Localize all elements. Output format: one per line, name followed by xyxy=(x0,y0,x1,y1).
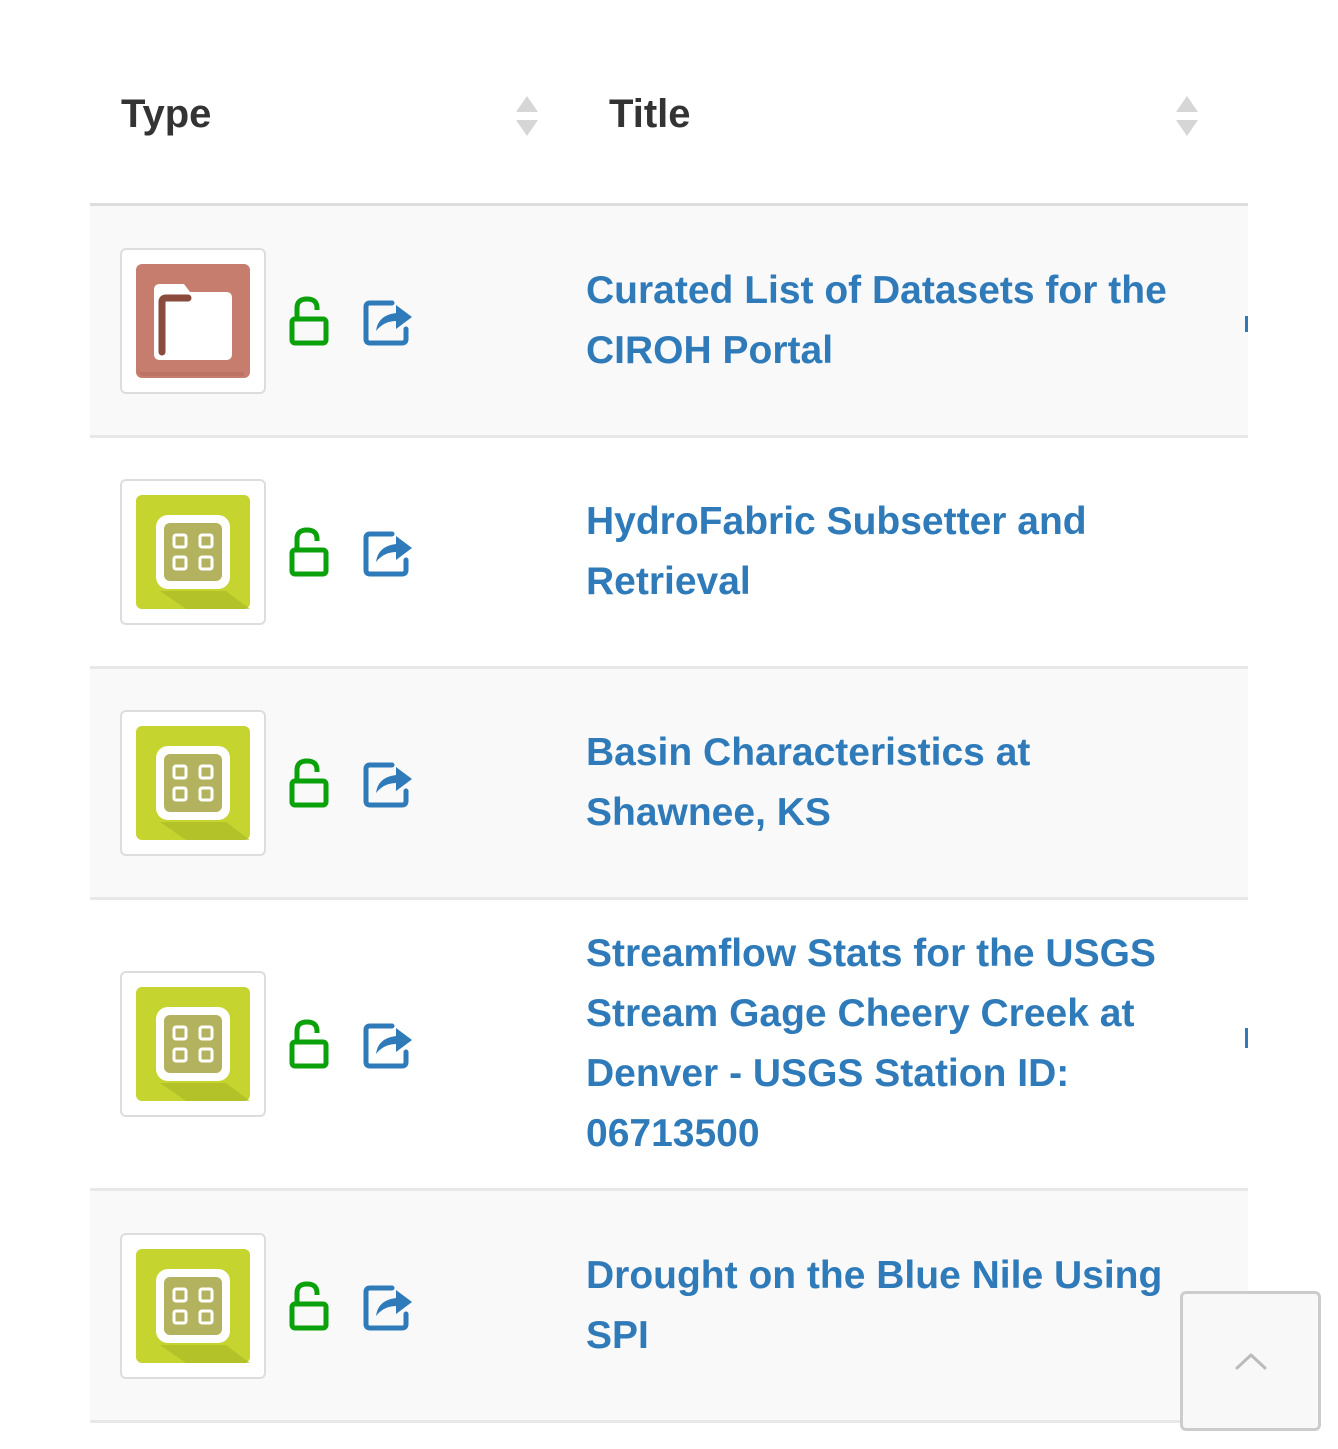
type-cell xyxy=(120,900,460,1188)
title-cell: Basin Characteristics at Shawnee, KS xyxy=(586,669,1186,897)
resource-table: Type Title Curated List of Datasets for … xyxy=(90,0,1248,1423)
resource-title-link[interactable]: HydroFabric Subsetter and Retrieval xyxy=(586,492,1186,612)
unlocked-icon xyxy=(289,295,329,345)
table-row: Streamflow Stats for the USGS Stream Gag… xyxy=(90,900,1248,1191)
title-cell: HydroFabric Subsetter and Retrieval xyxy=(586,438,1186,666)
web-app-icon xyxy=(136,987,250,1101)
share-icon[interactable] xyxy=(362,295,414,347)
title-cell: Drought on the Blue Nile Using SPI xyxy=(586,1191,1186,1420)
unlocked-icon xyxy=(289,527,329,577)
title-cell: Streamflow Stats for the USGS Stream Gag… xyxy=(586,900,1186,1188)
web-app-icon xyxy=(136,726,250,840)
unlocked-icon xyxy=(289,758,329,808)
column-header-title[interactable]: Title xyxy=(609,88,691,140)
resource-title-link[interactable]: Streamflow Stats for the USGS Stream Gag… xyxy=(586,924,1186,1164)
web-app-icon xyxy=(136,495,250,609)
resource-type-badge xyxy=(120,710,266,856)
resource-title-link[interactable]: Curated List of Datasets for the CIROH P… xyxy=(586,261,1186,381)
resource-type-badge xyxy=(120,971,266,1117)
unlocked-icon xyxy=(289,1280,329,1330)
type-cell xyxy=(120,206,460,435)
share-icon[interactable] xyxy=(362,1280,414,1332)
table-row: Drought on the Blue Nile Using SPI xyxy=(90,1191,1248,1423)
scroll-to-top-button[interactable] xyxy=(1180,1291,1321,1431)
chevron-up-icon xyxy=(1235,1353,1266,1370)
share-icon[interactable] xyxy=(362,1018,414,1070)
sort-icon-title[interactable] xyxy=(1174,94,1200,138)
share-icon[interactable] xyxy=(362,757,414,809)
table-row: HydroFabric Subsetter and Retrieval xyxy=(90,438,1248,669)
edge-mark xyxy=(1245,1028,1248,1048)
unlocked-icon xyxy=(289,1019,329,1069)
web-app-icon xyxy=(136,1248,250,1363)
table-row: Basin Characteristics at Shawnee, KS xyxy=(90,669,1248,900)
edge-mark xyxy=(1245,316,1248,332)
resource-title-link[interactable]: Basin Characteristics at Shawnee, KS xyxy=(586,723,1186,843)
share-icon[interactable] xyxy=(362,526,414,578)
type-cell xyxy=(120,669,460,897)
column-header-type[interactable]: Type xyxy=(121,88,211,140)
type-cell xyxy=(120,1191,460,1420)
resource-type-badge xyxy=(120,1232,266,1379)
title-cell: Curated List of Datasets for the CIROH P… xyxy=(586,206,1186,435)
table-row: Curated List of Datasets for the CIROH P… xyxy=(90,206,1248,438)
resource-type-badge xyxy=(120,479,266,625)
resource-title-link[interactable]: Drought on the Blue Nile Using SPI xyxy=(586,1246,1186,1366)
table-header: Type Title xyxy=(90,0,1248,206)
sort-icon-type[interactable] xyxy=(514,94,540,138)
folder-icon xyxy=(136,263,250,378)
type-cell xyxy=(120,438,460,666)
resource-type-badge xyxy=(120,247,266,394)
